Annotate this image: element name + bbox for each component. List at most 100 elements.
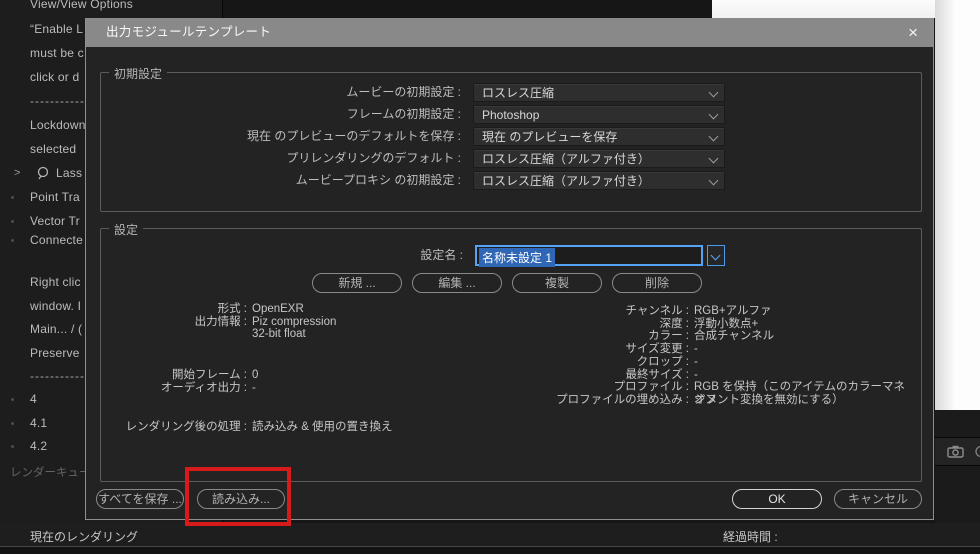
movie-default-row: ムービーの初期設定 : ロスレス圧縮 [101,83,921,102]
cancel-button[interactable]: キャンセル [834,489,922,509]
list-item: Main... / ( [30,322,83,336]
format-label: 形式 : [217,303,247,315]
white-page-area [935,0,980,410]
frame-default-select[interactable]: Photoshop [473,105,725,124]
output-info-value: Piz compression [252,315,337,328]
output-info-value2: 32-bit float [252,328,306,341]
screen: View/View Options “Enable L must be c cl… [0,0,980,554]
profile-label: プロファイル : [613,381,689,394]
list-item: View/View Options [30,0,134,11]
close-icon[interactable]: × [908,23,918,43]
frame-default-value: Photoshop [482,108,540,122]
channel-info-block: チャンネル : RGB+アルファ 深度 : 浮動小数点+ カラー : 合成チャンネル … [541,305,905,407]
resize-label: サイズ変更 : [625,343,689,356]
movie-default-label: ムービーの初期設定 : [346,85,461,99]
proxy-default-row: ムービープロキシ の初期設定 : ロスレス圧縮（アルファ付き） [101,171,921,190]
proxy-default-label: ムービープロキシ の初期設定 : [295,173,461,187]
list-item: 4 [11,392,37,406]
start-frame-value: 0 [252,369,259,382]
current-render-label: 現在のレンダリング [30,530,139,544]
chevron-down-icon [710,250,721,261]
start-frame-label: 開始フレーム : [171,369,247,382]
settings-group-label: 設定 [109,221,144,238]
setting-name-label: 設定名 : [420,248,463,262]
final-size-value: - [694,368,698,381]
list-item: 4.2 [10,439,48,453]
crop-value: - [694,355,698,368]
prerender-default-row: プリレンダリングのデフォルト : ロスレス圧縮（アルファ付き） [101,149,921,168]
list-item: “Enable L [30,22,84,36]
embed-profile-value: オフ ジメント変換を無効にする） [689,394,844,407]
render-queue-tab[interactable]: レンダーキュー [10,464,91,480]
list-item: Preserve [30,346,80,360]
format-value: OpenEXR [252,303,304,315]
setting-name-input[interactable]: 名称未設定 1 [475,245,703,267]
embed-profile-label: プロファイルの埋め込み : [556,393,689,406]
format-info-block: 形式 : OpenEXR 出力情報 : Piz compression 32-bit… [117,303,393,433]
setting-name-value: 名称未設定 1 [479,248,556,267]
camera-icon[interactable] [947,445,964,463]
frame-default-label: フレームの初期設定 : [346,107,461,121]
blank-label [117,328,247,341]
color-value: 合成チャンネル [694,330,775,343]
lasso-icon [36,166,50,185]
chevron-down-icon [708,175,719,186]
movie-default-value: ロスレス圧縮 [482,86,555,100]
chevron-down-icon [708,153,719,164]
movie-default-select[interactable]: ロスレス圧縮 [473,83,725,102]
channels-label: チャンネル : [625,305,689,317]
list-item: 4.1 [10,416,48,430]
delete-button[interactable]: 削除 [612,273,702,293]
dialog-title: 出力モジュールテンプレート [106,25,272,39]
depth-label: 深度 : [659,317,689,330]
audio-output-label: オーディオ出力 : [160,381,247,394]
preview-default-row: 現在 のプレビューのデフォルトを保存 : 現在 のプレビューを保存 [101,127,921,146]
resize-value: - [694,343,698,356]
depth-value: 浮動小数点+ [694,317,759,330]
audio-output-value: - [252,381,256,394]
wrapped-overlap-text: ジメント変換を無効にする） [694,393,844,406]
prerender-default-label: プリレンダリングのデフォルト : [286,151,461,165]
setting-name-dropdown[interactable] [707,245,725,266]
final-size-label: 最終サイズ : [625,368,689,381]
list-item: Lockdown [30,118,86,132]
preview-default-select[interactable]: 現在 のプレビューを保存 [473,127,725,146]
list-item: selected [30,142,77,156]
proxy-default-value: ロスレス圧縮（アルファ付き） [482,174,650,188]
output-info-label: 出力情報 : [194,315,247,328]
chevron-down-icon [708,87,719,98]
list-item: Lass [56,166,83,180]
channels-value: RGB+アルファ [694,305,772,317]
output-module-templates-dialog: 出力モジュールテンプレート × 初期設定 ムービーの初期設定 : ロスレス圧縮 … [85,18,934,520]
clipped-icon[interactable] [972,445,980,463]
list-item: Vector Tr [11,214,80,228]
preview-default-value: 現在 のプレビューを保存 [482,130,618,144]
elapsed-time-label: 経過時間 : [723,530,778,544]
prerender-default-select[interactable]: ロスレス圧縮（アルファ付き） [473,149,725,168]
new-button[interactable]: 新規 ... [312,273,402,293]
render-queue-panel-edge [935,410,980,523]
list-item: Connecte [11,233,83,247]
defaults-group-label: 初期設定 [109,65,168,82]
duplicate-button[interactable]: 複製 [512,273,602,293]
color-label: カラー : [648,330,689,343]
prerender-default-value: ロスレス圧縮（アルファ付き） [482,152,650,166]
expander-chevron-icon[interactable]: > [14,167,20,179]
frame-default-row: フレームの初期設定 : Photoshop [101,105,921,124]
save-all-button[interactable]: すべてを保存 ... [96,489,184,509]
post-render-value: 読み込み & 使用の置き換え [252,420,393,433]
proxy-default-select[interactable]: ロスレス圧縮（アルファ付き） [473,171,725,190]
list-item: Point Tra [11,190,80,204]
panel-toolbar [935,437,980,466]
ok-button[interactable]: OK [732,489,822,509]
list-item: Right clic [30,275,81,289]
profile-value: RGB を保持（このアイテムのカラーマネ [694,381,905,394]
post-render-label: レンダリング後の処理 : [125,420,247,433]
red-highlight-rectangle [185,467,291,526]
list-item: must be c [30,46,84,60]
list-item: click or d [30,70,80,84]
edit-button[interactable]: 編集 ... [412,273,502,293]
queue-header-strip [0,546,980,554]
settings-group: 設定 設定名 : 名称未設定 1 新規 ... 編集 ... 複製 削除 形式 … [100,221,922,482]
dialog-titlebar[interactable]: 出力モジュールテンプレート × [86,18,933,47]
